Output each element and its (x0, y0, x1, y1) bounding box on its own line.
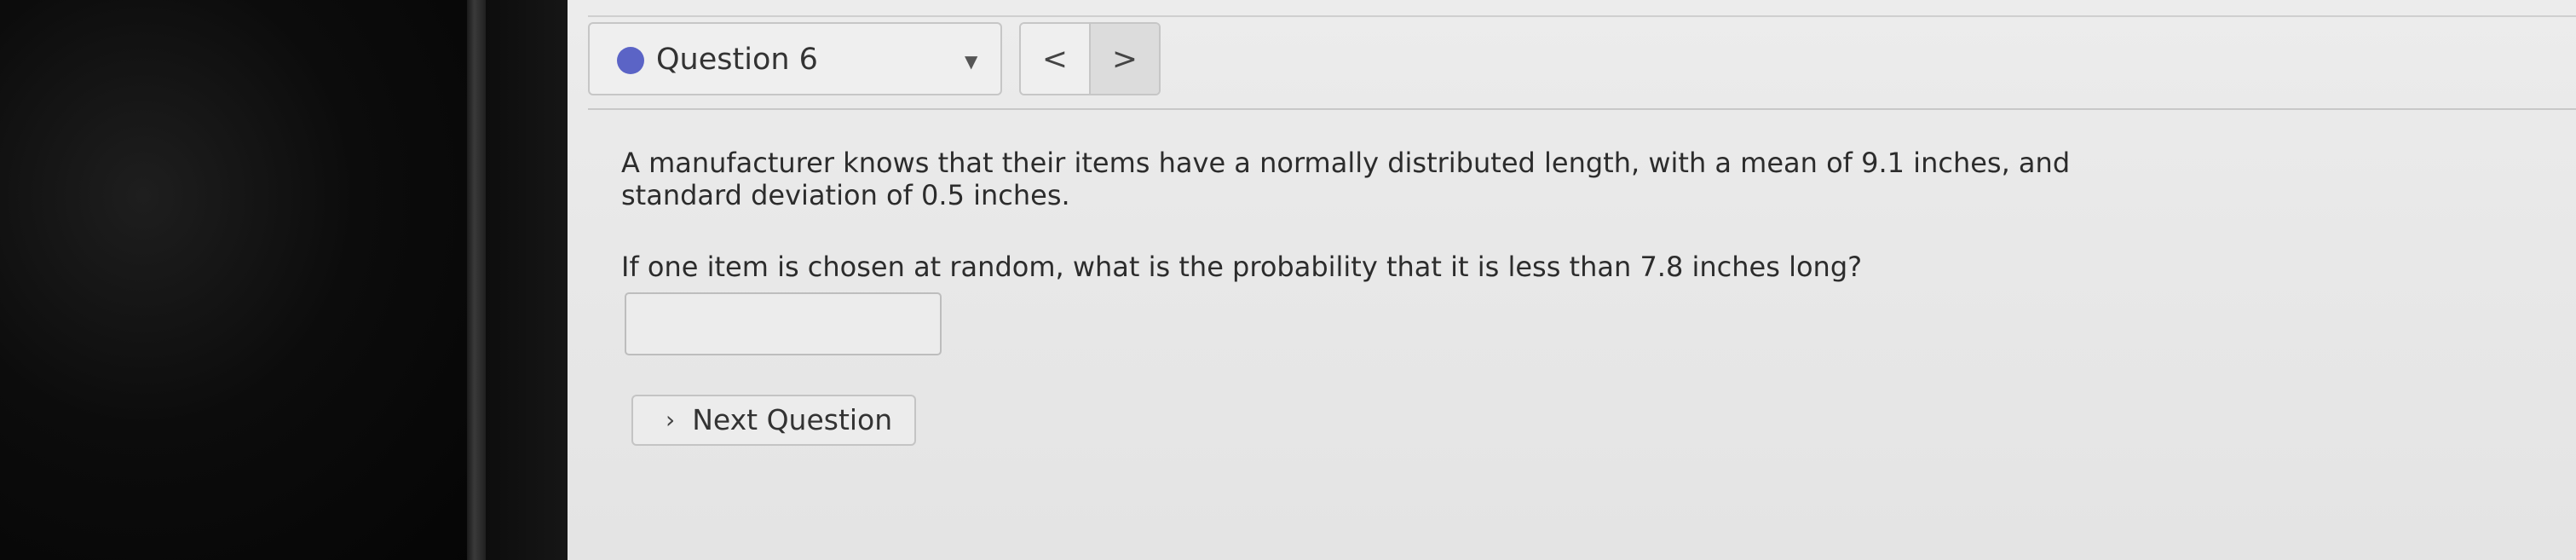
dropdown-caret-icon: ▼ (965, 51, 978, 72)
answer-input[interactable] (625, 292, 942, 355)
chevron-left-icon: < (1041, 41, 1069, 77)
problem-statement: A manufacturer knows that their items ha… (621, 147, 2071, 211)
next-question-label: Next Question (692, 403, 893, 436)
screen: Question 6 ▼ < > A manufacturer knows th… (0, 0, 2576, 560)
dark-bezel (0, 0, 477, 560)
left-dark-panel (486, 0, 568, 560)
next-question-button[interactable]: › Next Question (631, 395, 916, 446)
question-selector[interactable]: Question 6 ▼ (588, 22, 1002, 95)
question-status-dot (617, 47, 644, 74)
previous-question-button[interactable]: < (1021, 24, 1091, 94)
question-selector-label: Question 6 (656, 43, 818, 77)
problem-question: If one item is chosen at random, what is… (621, 251, 1863, 283)
top-divider (588, 15, 2576, 17)
chevron-right-icon: > (1111, 41, 1138, 77)
bezel-edge (467, 0, 486, 560)
question-pager: < > (1019, 22, 1161, 95)
header-divider (588, 108, 2576, 110)
chevron-right-icon: › (666, 406, 676, 434)
next-question-arrow-button[interactable]: > (1091, 24, 1159, 94)
